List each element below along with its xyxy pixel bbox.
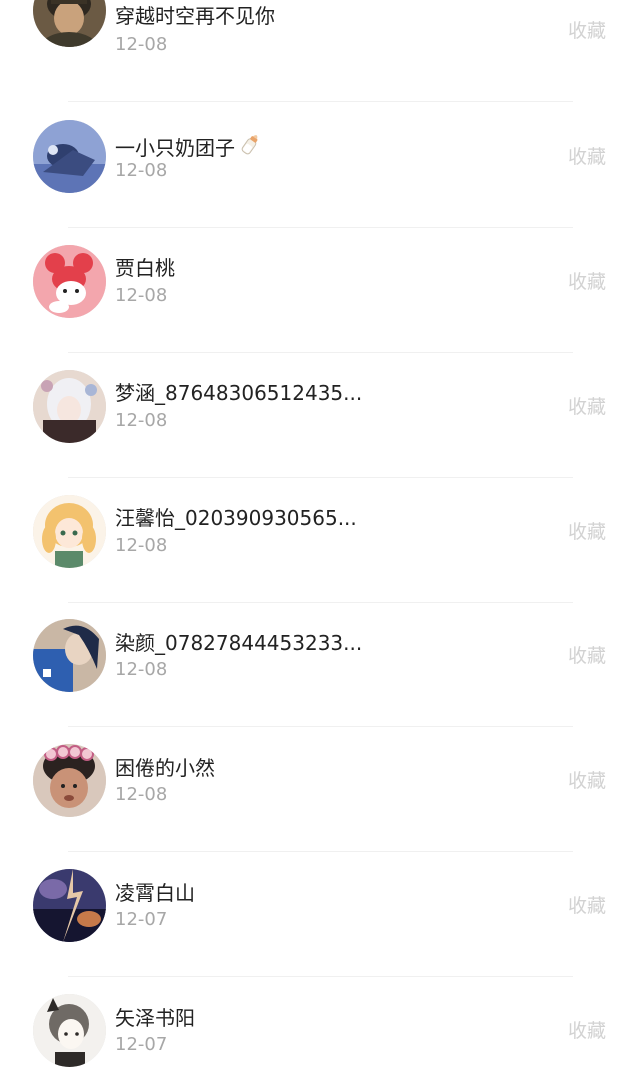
favorite-button[interactable]: 收藏 <box>568 1019 606 1043</box>
avatar-image <box>33 495 106 568</box>
avatar-image <box>33 619 106 692</box>
favorite-button[interactable]: 收藏 <box>568 395 606 419</box>
divider <box>68 976 573 977</box>
avatar-image <box>33 245 106 318</box>
avatar[interactable] <box>33 245 106 318</box>
list-item[interactable]: 矢泽书阳 12-07 收藏 <box>0 978 640 1078</box>
favorite-button[interactable]: 收藏 <box>568 769 606 793</box>
avatar-image <box>33 370 106 443</box>
follow-date: 12-08 <box>115 34 168 55</box>
list-item[interactable]: 梦涵_87648306512435... 12-08 收藏 <box>0 353 640 478</box>
fan-name[interactable]: 梦涵_87648306512435... <box>115 381 362 405</box>
favorite-button[interactable]: 收藏 <box>568 520 606 544</box>
baby-bottle-icon <box>237 131 263 162</box>
avatar-image <box>33 869 106 942</box>
fan-name[interactable]: 染颜_07827844453233... <box>115 631 362 655</box>
fan-name[interactable]: 穿越时空再不见你 <box>115 4 275 28</box>
follow-date: 12-08 <box>115 659 168 680</box>
fan-name[interactable]: 贾白桃 <box>115 256 175 280</box>
list-item[interactable]: 困倦的小然 12-08 收藏 <box>0 728 640 853</box>
avatar-image <box>33 994 106 1067</box>
fan-name[interactable]: 汪馨怡_020390930565... <box>115 506 357 530</box>
follow-date: 12-08 <box>115 160 168 181</box>
follow-date: 12-08 <box>115 410 168 431</box>
favorite-button[interactable]: 收藏 <box>568 145 606 169</box>
divider <box>68 101 573 102</box>
follow-date: 12-08 <box>115 285 168 306</box>
avatar-image <box>33 744 106 817</box>
fan-name[interactable]: 一小只奶团子 <box>115 131 263 162</box>
avatar[interactable] <box>33 495 106 568</box>
list-item[interactable]: 穿越时空再不见你 12-08 收藏 <box>0 0 640 103</box>
list-item[interactable]: 染颜_07827844453233... 12-08 收藏 <box>0 603 640 728</box>
avatar[interactable] <box>33 994 106 1067</box>
follow-date: 12-08 <box>115 784 168 805</box>
avatar[interactable] <box>33 744 106 817</box>
avatar[interactable] <box>33 0 106 47</box>
fan-name[interactable]: 凌霄白山 <box>115 881 195 905</box>
list-item[interactable]: 贾白桃 12-08 收藏 <box>0 228 640 353</box>
avatar[interactable] <box>33 869 106 942</box>
list-item[interactable]: 一小只奶团子 12-08 收藏 <box>0 103 640 228</box>
favorite-button[interactable]: 收藏 <box>568 644 606 668</box>
fans-list: 穿越时空再不见你 12-08 收藏 一小只奶团子 12-08 收藏 贾白桃 12… <box>0 0 640 1078</box>
favorite-button[interactable]: 收藏 <box>568 270 606 294</box>
fan-name[interactable]: 矢泽书阳 <box>115 1006 195 1030</box>
favorite-button[interactable]: 收藏 <box>568 894 606 918</box>
avatar[interactable] <box>33 619 106 692</box>
follow-date: 12-08 <box>115 535 168 556</box>
fan-name-text: 一小只奶团子 <box>115 136 235 160</box>
avatar[interactable] <box>33 120 106 193</box>
divider <box>68 851 573 852</box>
avatar[interactable] <box>33 370 106 443</box>
list-item[interactable]: 汪馨怡_020390930565... 12-08 收藏 <box>0 478 640 603</box>
divider <box>68 726 573 727</box>
follow-date: 12-07 <box>115 1034 168 1055</box>
fan-name[interactable]: 困倦的小然 <box>115 756 215 780</box>
avatar-image <box>33 0 106 47</box>
avatar-image <box>33 120 106 193</box>
follow-date: 12-07 <box>115 909 168 930</box>
favorite-button[interactable]: 收藏 <box>568 19 606 43</box>
list-item[interactable]: 凌霄白山 12-07 收藏 <box>0 853 640 978</box>
